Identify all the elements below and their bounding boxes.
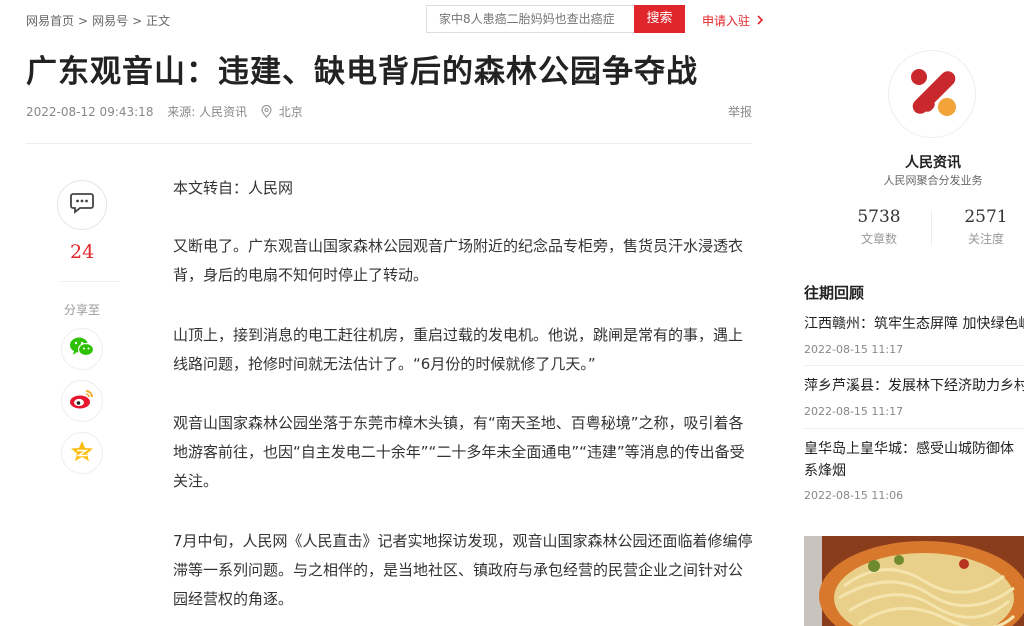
location-icon <box>261 104 276 119</box>
past-review-item-time: 2022-08-15 11:17 <box>804 405 904 418</box>
article-paragraph: 又断电了。广东观音山国家森林公园观音广场附近的纪念品专柜旁，售货员汗水浸透衣背，… <box>173 237 744 284</box>
comment-count[interactable]: 24 <box>70 241 94 263</box>
apply-join-link[interactable]: 申请入驻 <box>702 12 764 29</box>
qzone-icon <box>70 440 94 466</box>
share-wechat-button[interactable] <box>61 328 103 370</box>
comment-icon <box>70 192 94 218</box>
follower-count-label: 关注度 <box>967 232 1004 246</box>
author-name[interactable]: 人民资讯 <box>833 152 1024 172</box>
share-label: 分享至 <box>64 303 101 317</box>
article-paragraph: 本文转自：人民网 <box>173 179 294 197</box>
past-review-item-title[interactable]: 江西赣州：筑牢生态屏障 加快绿色崛 <box>804 313 1024 335</box>
breadcrumb: 网易首页 > 网易号 > 正文 <box>26 14 171 28</box>
share-weibo-button[interactable] <box>61 380 103 422</box>
chevron-right-icon <box>757 14 764 28</box>
author-logo-icon <box>901 61 963 127</box>
report-link[interactable]: 举报 <box>728 103 752 120</box>
wechat-icon <box>69 336 95 362</box>
past-review-item-title[interactable]: 萍乡芦溪县：发展林下经济助力乡村 <box>804 375 1024 397</box>
past-review-title: 往期回顾 <box>804 284 865 302</box>
search-button[interactable]: 搜索 <box>634 5 685 33</box>
article-paragraph: 山顶上，接到消息的电工赶往机房，重启过载的发电机。他说，跳闸是常有的事，遇上线路… <box>173 326 744 373</box>
share-qzone-button[interactable] <box>61 432 103 474</box>
article-count: 5738 <box>857 207 901 227</box>
article-paragraph: 7月中旬，人民网《人民直击》记者实地探访发现，观音山国家森林公园还面临着修编停滞… <box>173 532 753 608</box>
share-divider <box>60 281 120 282</box>
breadcrumb-current: 正文 <box>146 14 171 28</box>
apply-join-label: 申请入驻 <box>702 14 751 28</box>
article-location: 北京 <box>278 105 303 119</box>
article-meta: 2022-08-12 09:43:18 来源: 人民资讯 北京 <box>26 103 313 120</box>
follower-count: 2571 <box>964 207 1008 227</box>
breadcrumb-home[interactable]: 网易首页 <box>26 14 74 28</box>
header-divider <box>26 143 752 144</box>
article-paragraph: 观音山国家森林公园坐落于东莞市樟木头镇，有“南天圣地、百粤秘境”之称，吸引着各地… <box>173 414 745 490</box>
article-source[interactable]: 来源: 人民资讯 <box>167 105 247 119</box>
breadcrumb-netease-hao[interactable]: 网易号 <box>92 14 128 28</box>
past-review-item-title[interactable]: 皇华岛上皇华城：感受山城防御体系烽烟 <box>804 438 1024 482</box>
search-input[interactable] <box>426 5 634 33</box>
stat-divider <box>931 210 932 246</box>
comment-button[interactable] <box>57 180 107 230</box>
author-avatar[interactable] <box>888 50 976 138</box>
author-desc: 人民网聚合分发业务 <box>883 174 983 187</box>
list-divider <box>804 428 1024 429</box>
news-thumbnail-image[interactable] <box>804 536 1024 626</box>
past-review-item-time: 2022-08-15 11:17 <box>804 343 904 356</box>
article-title: 广东观音山：违建、缺电背后的森林公园争夺战 <box>26 54 698 90</box>
article-count-label: 文章数 <box>860 232 897 246</box>
list-divider <box>804 365 1024 366</box>
weibo-icon <box>69 388 95 414</box>
past-review-item-time: 2022-08-15 11:06 <box>804 489 904 502</box>
article-datetime: 2022-08-12 09:43:18 <box>26 105 154 119</box>
